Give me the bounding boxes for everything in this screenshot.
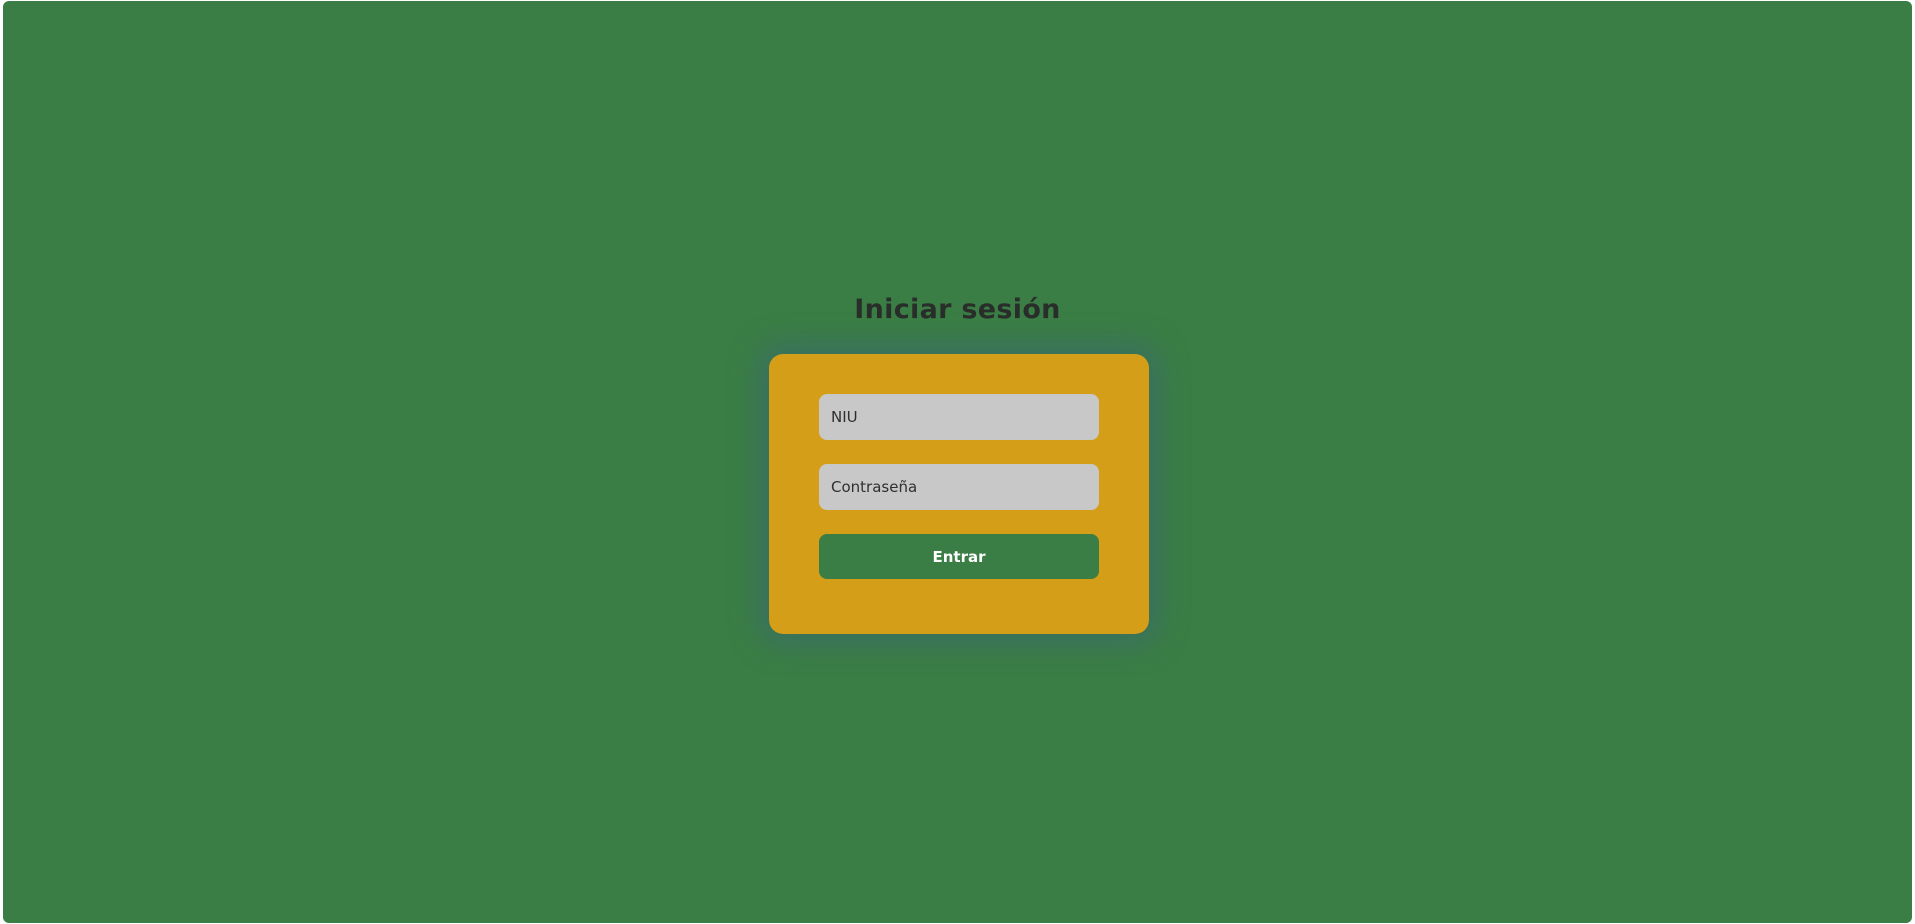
password-input[interactable]: [819, 464, 1099, 510]
niu-input[interactable]: [819, 394, 1099, 440]
login-button[interactable]: Entrar: [819, 534, 1099, 579]
login-card: Entrar: [769, 354, 1149, 634]
page-title: Iniciar sesión: [854, 294, 1061, 325]
